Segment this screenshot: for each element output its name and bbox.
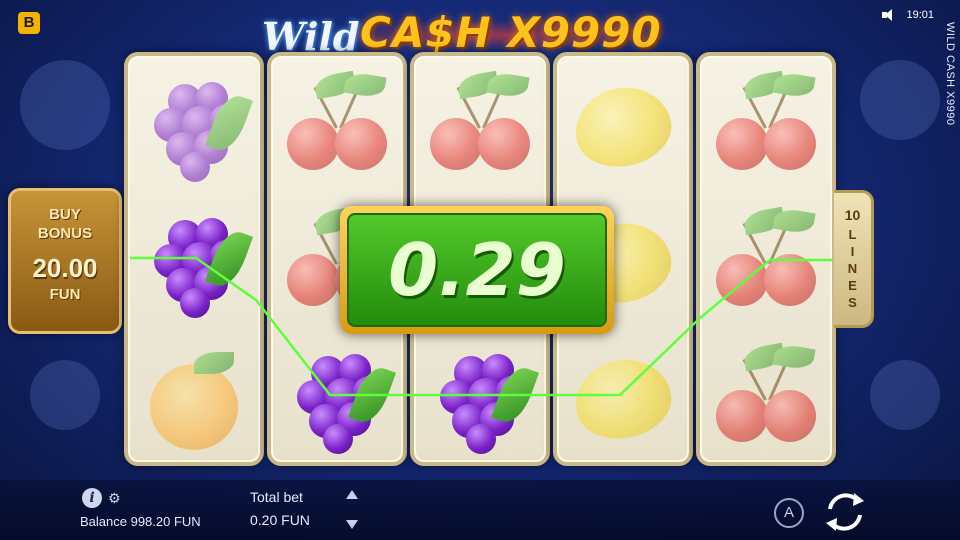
paylines-indicator[interactable]: 10 LINES (834, 190, 874, 328)
buy-bonus-line2: BONUS (37, 225, 93, 242)
grape-symbol-icon (128, 196, 260, 332)
buy-bonus-price: 20.00 (32, 253, 98, 283)
bet-decrease-arrow-icon[interactable] (346, 520, 358, 529)
clock: 19:01 (906, 9, 934, 21)
bottom-bar (0, 480, 960, 540)
cherry-symbol-icon (414, 60, 546, 196)
win-amount: 0.29 (388, 228, 566, 312)
grape-symbol-icon (128, 60, 260, 196)
reel-5 (696, 52, 836, 466)
lemon-symbol-icon (557, 60, 689, 196)
reel-1 (124, 52, 264, 466)
buy-bonus-currency: FUN (49, 286, 81, 303)
cherry-symbol-icon (700, 332, 832, 468)
lemon-symbol-icon (557, 332, 689, 468)
autoplay-button[interactable]: A (774, 498, 804, 528)
paylines-label: LINES (845, 227, 860, 312)
info-icon[interactable]: i (82, 488, 102, 508)
grape-symbol-icon (271, 332, 403, 468)
bet-increase-arrow-icon[interactable] (346, 490, 358, 499)
orange-symbol-icon (128, 332, 260, 468)
cherry-symbol-icon (271, 60, 403, 196)
speaker-icon[interactable] (882, 9, 896, 21)
gear-icon[interactable]: ⚙ (108, 490, 121, 507)
brand-logo-badge: B (18, 12, 40, 34)
grape-symbol-icon (414, 332, 546, 468)
buy-bonus-button[interactable]: BUY BONUS 20.00 FUN (8, 188, 122, 334)
paylines-count: 10 (844, 207, 861, 223)
game-logo: Wild CA$H X9990 (262, 6, 682, 59)
buy-bonus-line1: BUY (49, 206, 81, 223)
side-game-title: WILD CASH X9990 (944, 22, 956, 126)
logo-cash-text: CA$H X9990 (360, 8, 662, 57)
cherry-symbol-icon (700, 196, 832, 332)
total-bet-label: Total bet (250, 489, 303, 505)
win-amount-panel: 0.29 (340, 206, 614, 334)
total-bet-value: 0.20 FUN (250, 512, 310, 528)
balance-display: Balance 998.20 FUN (80, 514, 201, 529)
status-bar: 19:01 (882, 9, 934, 21)
cherry-symbol-icon (700, 60, 832, 196)
spin-button[interactable] (820, 487, 870, 537)
